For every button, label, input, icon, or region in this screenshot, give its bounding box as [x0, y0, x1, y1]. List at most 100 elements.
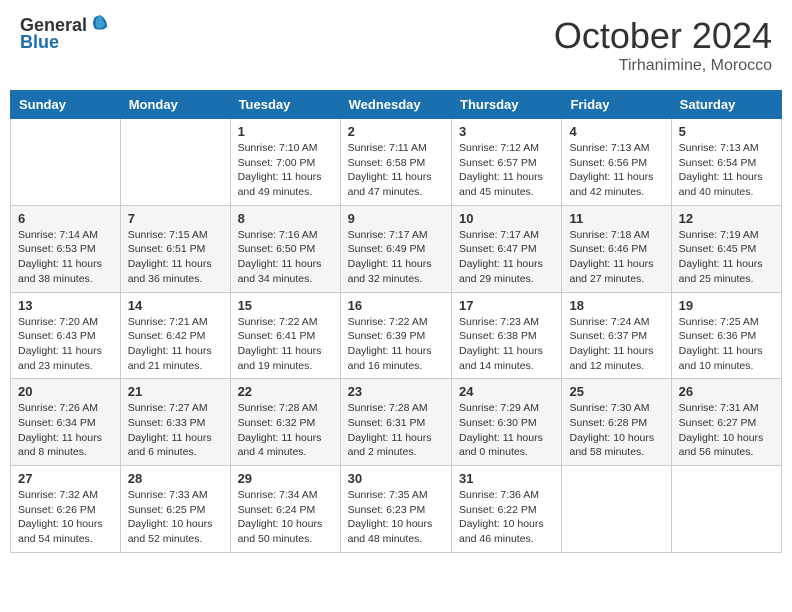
day-detail: Sunrise: 7:23 AM Sunset: 6:38 PM Dayligh… — [459, 315, 554, 374]
day-detail: Sunrise: 7:13 AM Sunset: 6:54 PM Dayligh… — [679, 141, 774, 200]
month-title: October 2024 — [554, 15, 772, 57]
calendar-cell: 31Sunrise: 7:36 AM Sunset: 6:22 PM Dayli… — [452, 466, 562, 553]
day-number: 23 — [348, 384, 444, 399]
day-number: 13 — [18, 298, 113, 313]
day-detail: Sunrise: 7:12 AM Sunset: 6:57 PM Dayligh… — [459, 141, 554, 200]
calendar-cell: 9 Sunrise: 7:17 AM Sunset: 6:49 PM Daylig… — [340, 205, 451, 292]
header-monday: Monday — [120, 91, 230, 119]
day-detail: Sunrise: 7:14 AM Sunset: 6:53 PM Dayligh… — [18, 228, 113, 287]
day-number: 7 — [128, 211, 223, 226]
calendar-cell: 15 Sunrise: 7:22 AM Sunset: 6:41 PM Dayli… — [230, 292, 340, 379]
day-detail: Sunrise: 7:35 AM Sunset: 6:23 PM Dayligh… — [348, 488, 444, 547]
day-detail: Sunrise: 7:28 AM Sunset: 6:32 PM Dayligh… — [238, 401, 333, 460]
calendar-cell: 11Sunrise: 7:18 AM Sunset: 6:46 PM Dayli… — [562, 205, 671, 292]
day-detail: Sunrise: 7:25 AM Sunset: 6:36 PM Dayligh… — [679, 315, 774, 374]
calendar-cell: 22 Sunrise: 7:28 AM Sunset: 6:32 PM Dayli… — [230, 379, 340, 466]
calendar-cell: 3 Sunrise: 7:12 AM Sunset: 6:57 PM Daylig… — [452, 119, 562, 206]
day-detail: Sunrise: 7:11 AM Sunset: 6:58 PM Dayligh… — [348, 141, 444, 200]
calendar-cell: 21 Sunrise: 7:27 AM Sunset: 6:33 PM Dayli… — [120, 379, 230, 466]
calendar-cell: 20 Sunrise: 7:26 AM Sunset: 6:34 PM Dayli… — [11, 379, 121, 466]
day-number: 29 — [238, 471, 333, 486]
calendar-cell: 1 Sunrise: 7:10 AM Sunset: 7:00 PM Daylig… — [230, 119, 340, 206]
calendar-cell: 28 Sunrise: 7:33 AM Sunset: 6:25 PM Dayli… — [120, 466, 230, 553]
calendar-cell — [562, 466, 671, 553]
day-number: 8 — [238, 211, 333, 226]
day-detail: Sunrise: 7:22 AM Sunset: 6:39 PM Dayligh… — [348, 315, 444, 374]
week-row-2: 6 Sunrise: 7:14 AM Sunset: 6:53 PM Daylig… — [11, 205, 782, 292]
day-number: 4 — [569, 124, 663, 139]
day-number: 6 — [18, 211, 113, 226]
day-detail: Sunrise: 7:17 AM Sunset: 6:47 PM Dayligh… — [459, 228, 554, 287]
day-number: 22 — [238, 384, 333, 399]
page-header: General Blue October 2024 Tirhanimine, M… — [10, 10, 782, 80]
day-detail: Sunrise: 7:29 AM Sunset: 6:30 PM Dayligh… — [459, 401, 554, 460]
day-number: 26 — [679, 384, 774, 399]
day-number: 19 — [679, 298, 774, 313]
day-number: 28 — [128, 471, 223, 486]
day-detail: Sunrise: 7:21 AM Sunset: 6:42 PM Dayligh… — [128, 315, 223, 374]
header-friday: Friday — [562, 91, 671, 119]
calendar-cell: 4Sunrise: 7:13 AM Sunset: 6:56 PM Daylig… — [562, 119, 671, 206]
calendar-cell: 29 Sunrise: 7:34 AM Sunset: 6:24 PM Dayli… — [230, 466, 340, 553]
header-thursday: Thursday — [452, 91, 562, 119]
day-number: 20 — [18, 384, 113, 399]
day-detail: Sunrise: 7:27 AM Sunset: 6:33 PM Dayligh… — [128, 401, 223, 460]
day-detail: Sunrise: 7:26 AM Sunset: 6:34 PM Dayligh… — [18, 401, 113, 460]
header-saturday: Saturday — [671, 91, 781, 119]
day-number: 30 — [348, 471, 444, 486]
day-detail: Sunrise: 7:10 AM Sunset: 7:00 PM Dayligh… — [238, 141, 333, 200]
calendar-cell: 18Sunrise: 7:24 AM Sunset: 6:37 PM Dayli… — [562, 292, 671, 379]
day-number: 5 — [679, 124, 774, 139]
logo: General Blue — [20, 15, 111, 53]
calendar-cell: 19 Sunrise: 7:25 AM Sunset: 6:36 PM Dayli… — [671, 292, 781, 379]
header-tuesday: Tuesday — [230, 91, 340, 119]
calendar-cell: 30 Sunrise: 7:35 AM Sunset: 6:23 PM Dayli… — [340, 466, 451, 553]
week-row-1: 1 Sunrise: 7:10 AM Sunset: 7:00 PM Daylig… — [11, 119, 782, 206]
day-number: 21 — [128, 384, 223, 399]
day-detail: Sunrise: 7:31 AM Sunset: 6:27 PM Dayligh… — [679, 401, 774, 460]
calendar-cell: 17 Sunrise: 7:23 AM Sunset: 6:38 PM Dayli… — [452, 292, 562, 379]
calendar-cell: 16 Sunrise: 7:22 AM Sunset: 6:39 PM Dayli… — [340, 292, 451, 379]
day-number: 9 — [348, 211, 444, 226]
calendar-cell: 14 Sunrise: 7:21 AM Sunset: 6:42 PM Dayli… — [120, 292, 230, 379]
week-row-5: 27Sunrise: 7:32 AM Sunset: 6:26 PM Dayli… — [11, 466, 782, 553]
day-detail: Sunrise: 7:33 AM Sunset: 6:25 PM Dayligh… — [128, 488, 223, 547]
calendar-cell: 6 Sunrise: 7:14 AM Sunset: 6:53 PM Daylig… — [11, 205, 121, 292]
calendar-cell: 8 Sunrise: 7:16 AM Sunset: 6:50 PM Daylig… — [230, 205, 340, 292]
day-detail: Sunrise: 7:16 AM Sunset: 6:50 PM Dayligh… — [238, 228, 333, 287]
day-detail: Sunrise: 7:36 AM Sunset: 6:22 PM Dayligh… — [459, 488, 554, 547]
day-detail: Sunrise: 7:32 AM Sunset: 6:26 PM Dayligh… — [18, 488, 113, 547]
day-number: 1 — [238, 124, 333, 139]
calendar-cell: 7Sunrise: 7:15 AM Sunset: 6:51 PM Daylig… — [120, 205, 230, 292]
calendar-table: SundayMondayTuesdayWednesdayThursdayFrid… — [10, 90, 782, 553]
calendar-cell: 25 Sunrise: 7:30 AM Sunset: 6:28 PM Dayli… — [562, 379, 671, 466]
day-detail: Sunrise: 7:17 AM Sunset: 6:49 PM Dayligh… — [348, 228, 444, 287]
week-row-4: 20 Sunrise: 7:26 AM Sunset: 6:34 PM Dayli… — [11, 379, 782, 466]
day-number: 16 — [348, 298, 444, 313]
day-number: 24 — [459, 384, 554, 399]
day-number: 17 — [459, 298, 554, 313]
calendar-cell: 5 Sunrise: 7:13 AM Sunset: 6:54 PM Daylig… — [671, 119, 781, 206]
day-detail: Sunrise: 7:22 AM Sunset: 6:41 PM Dayligh… — [238, 315, 333, 374]
day-number: 3 — [459, 124, 554, 139]
calendar-cell: 12Sunrise: 7:19 AM Sunset: 6:45 PM Dayli… — [671, 205, 781, 292]
day-detail: Sunrise: 7:30 AM Sunset: 6:28 PM Dayligh… — [569, 401, 663, 460]
day-number: 15 — [238, 298, 333, 313]
calendar-cell — [671, 466, 781, 553]
day-detail: Sunrise: 7:34 AM Sunset: 6:24 PM Dayligh… — [238, 488, 333, 547]
calendar-cell: 24 Sunrise: 7:29 AM Sunset: 6:30 PM Dayli… — [452, 379, 562, 466]
day-number: 25 — [569, 384, 663, 399]
calendar-header-row: SundayMondayTuesdayWednesdayThursdayFrid… — [11, 91, 782, 119]
day-detail: Sunrise: 7:19 AM Sunset: 6:45 PM Dayligh… — [679, 228, 774, 287]
title-section: October 2024 Tirhanimine, Morocco — [554, 15, 772, 75]
calendar-cell: 26 Sunrise: 7:31 AM Sunset: 6:27 PM Dayli… — [671, 379, 781, 466]
calendar-cell: 2 Sunrise: 7:11 AM Sunset: 6:58 PM Daylig… — [340, 119, 451, 206]
location-title: Tirhanimine, Morocco — [554, 57, 772, 75]
day-number: 14 — [128, 298, 223, 313]
calendar-cell: 13Sunrise: 7:20 AM Sunset: 6:43 PM Dayli… — [11, 292, 121, 379]
day-detail: Sunrise: 7:28 AM Sunset: 6:31 PM Dayligh… — [348, 401, 444, 460]
day-number: 2 — [348, 124, 444, 139]
calendar-cell: 23 Sunrise: 7:28 AM Sunset: 6:31 PM Dayli… — [340, 379, 451, 466]
calendar-cell: 10Sunrise: 7:17 AM Sunset: 6:47 PM Dayli… — [452, 205, 562, 292]
day-number: 18 — [569, 298, 663, 313]
